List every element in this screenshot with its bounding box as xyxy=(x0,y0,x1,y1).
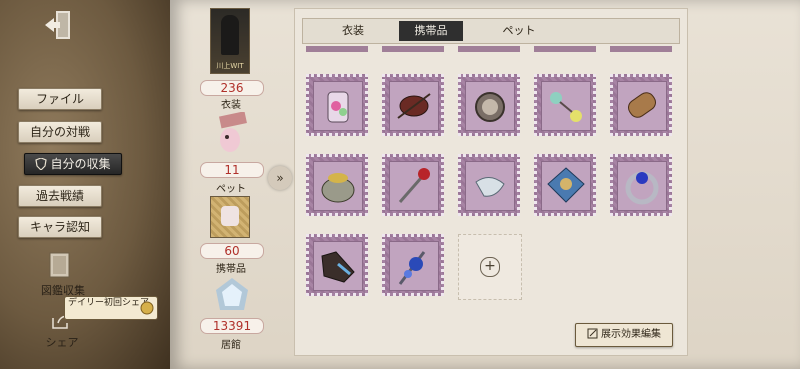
accessory-item[interactable] xyxy=(610,154,672,216)
tab-accessory[interactable]: 携帯品 xyxy=(399,21,463,41)
ring-icon xyxy=(617,161,667,211)
daily-share-text: デイリー初回シェア xyxy=(68,298,150,308)
scrolled-item-edge xyxy=(306,46,368,52)
pufferfish-icon xyxy=(313,161,363,211)
stats-column: 川上WIT 236 衣装 11 ペット 60 携帯品 13391 居館 xyxy=(194,0,274,369)
accessory-item[interactable] xyxy=(610,74,672,136)
mansion-thumbnail[interactable] xyxy=(212,276,252,314)
flower-wand-icon xyxy=(389,241,439,291)
accessory-item[interactable] xyxy=(458,74,520,136)
costume-count: 236 xyxy=(200,80,264,96)
lantern-icon xyxy=(389,81,439,131)
shield-icon xyxy=(35,158,48,170)
pet-thumbnail[interactable] xyxy=(214,111,250,158)
accessory-item[interactable] xyxy=(382,154,444,216)
accessory-label: 携帯品 xyxy=(216,264,246,275)
rose-cane-icon xyxy=(389,161,439,211)
glasses-icon xyxy=(541,81,591,131)
potion-bottle-icon xyxy=(313,81,363,131)
display-effect-edit-button[interactable]: 展示効果編集 xyxy=(575,323,673,347)
character-portrait xyxy=(221,15,239,55)
sidebar-item-label: 自分の収集 xyxy=(50,157,111,171)
accessory-item[interactable] xyxy=(306,154,368,216)
accessory-item[interactable] xyxy=(306,74,368,136)
sidebar-item-my-matches[interactable]: 自分の対戦 xyxy=(18,121,102,143)
sidebar-item-my-collection[interactable]: 自分の収集 xyxy=(24,153,122,175)
book-icon[interactable] xyxy=(46,250,74,280)
pet-count: 11 xyxy=(200,162,264,178)
sidebar-item-file[interactable]: ファイル xyxy=(18,88,102,110)
sidebar-item-character-recognition[interactable]: キャラ認知 xyxy=(18,216,102,238)
costume-thumbnail[interactable]: 川上WIT xyxy=(210,8,250,74)
edit-button-label: 展示効果編集 xyxy=(601,329,661,340)
pet-label: ペット xyxy=(216,184,246,195)
sidebar: ファイル 自分の対戦 自分の収集 過去戦績 キャラ認知 図鑑収集 シェア デイリ… xyxy=(0,0,170,369)
accessory-item[interactable] xyxy=(534,154,596,216)
plus-icon: + xyxy=(480,257,500,277)
accessory-item[interactable] xyxy=(382,234,444,296)
tab-costume[interactable]: 衣装 xyxy=(321,19,385,43)
scrolled-item-edge xyxy=(458,46,520,52)
pocket-watch-icon xyxy=(465,81,515,131)
tea-cup-icon xyxy=(465,161,515,211)
umbrella-icon xyxy=(541,161,591,211)
accessory-item[interactable] xyxy=(306,234,368,296)
edit-icon xyxy=(587,328,598,339)
sidebar-item-past-records[interactable]: 過去戦績 xyxy=(18,185,102,207)
add-item-slot[interactable]: + xyxy=(458,234,522,300)
thumbnail-caption: 川上WIT xyxy=(216,62,244,70)
scrolled-item-edge xyxy=(382,46,444,52)
exit-door-icon[interactable] xyxy=(42,8,74,42)
share-link[interactable]: シェア xyxy=(40,334,84,350)
accessory-preview-icon xyxy=(221,206,239,226)
mansion-count: 13391 xyxy=(200,318,264,334)
accessory-item[interactable] xyxy=(382,74,444,136)
scroll-icon xyxy=(617,81,667,131)
scrolled-item-edge xyxy=(610,46,672,52)
expand-arrow-button[interactable]: » xyxy=(268,166,292,190)
accessory-count: 60 xyxy=(200,243,264,259)
tab-pet[interactable]: ペット xyxy=(487,19,551,43)
coin-icon xyxy=(140,301,154,315)
accessory-thumbnail[interactable] xyxy=(210,196,250,238)
costume-label: 衣装 xyxy=(221,100,241,111)
collection-tabs: 衣装 携帯品 ペット xyxy=(302,18,680,44)
shoe-icon xyxy=(313,241,363,291)
accessory-item[interactable] xyxy=(534,74,596,136)
accessory-item[interactable] xyxy=(458,154,520,216)
daily-share-tooltip: デイリー初回シェア xyxy=(64,296,158,320)
scrolled-item-edge xyxy=(534,46,596,52)
mansion-label: 居館 xyxy=(221,340,241,351)
